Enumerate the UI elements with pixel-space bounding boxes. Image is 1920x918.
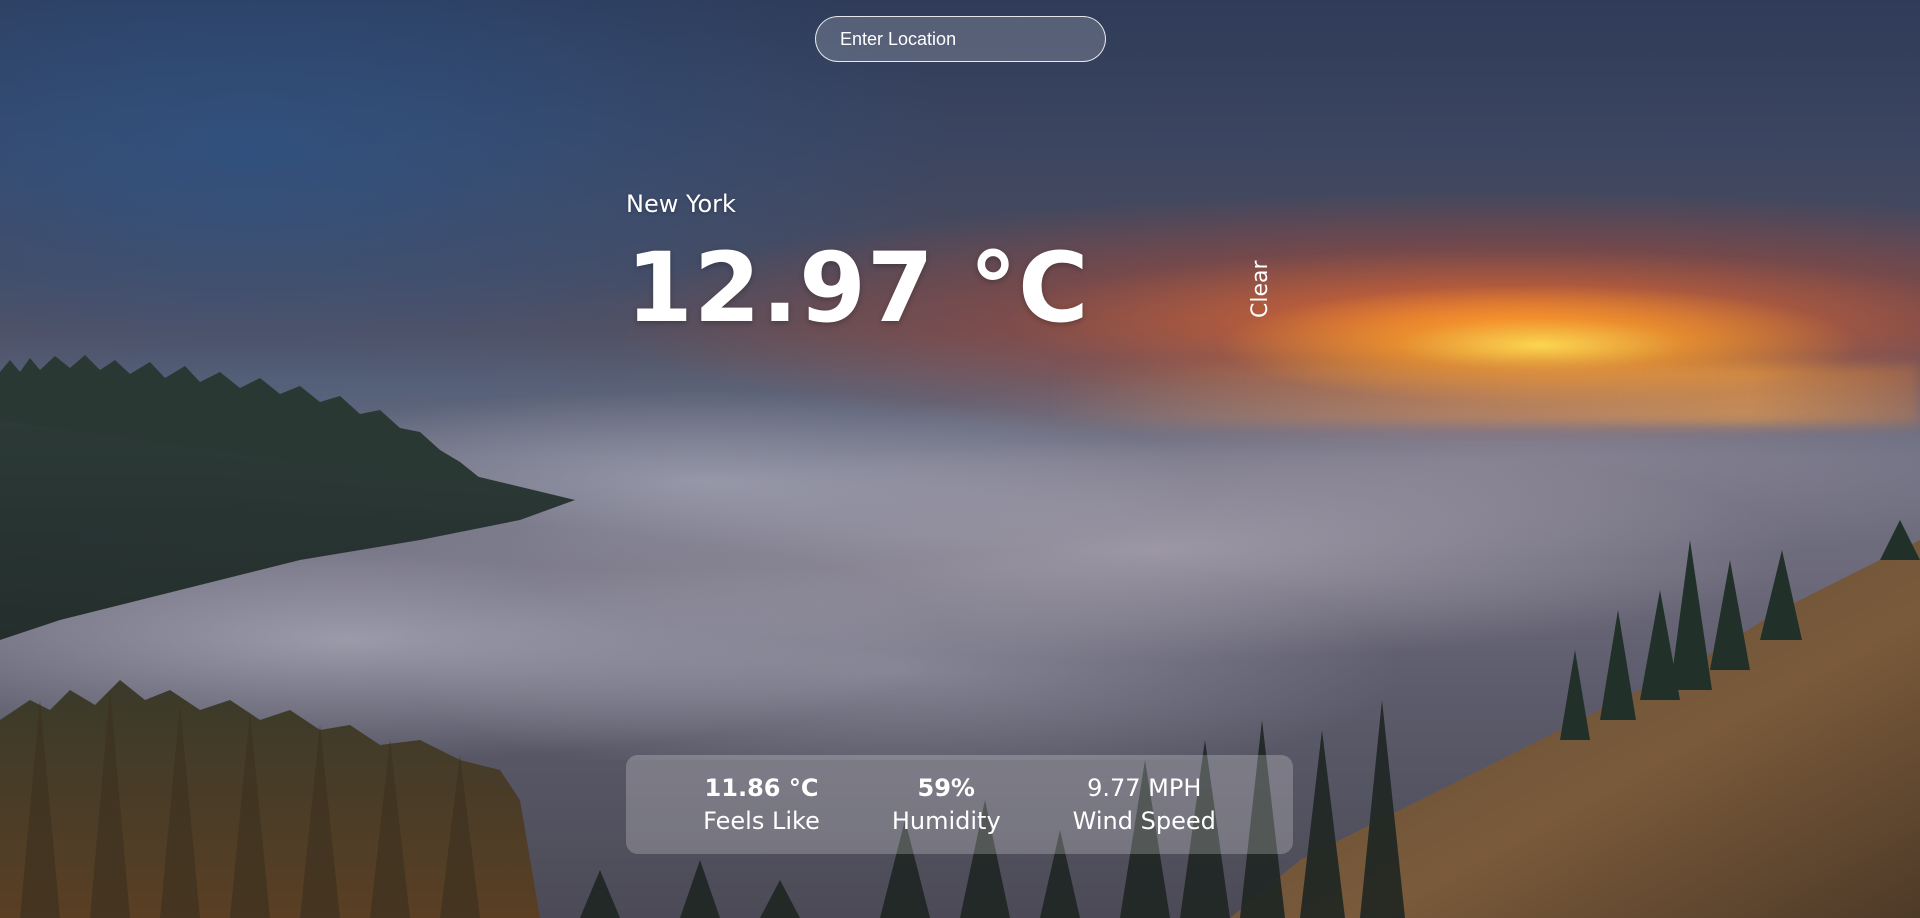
- wind-speed-stat: 9.77 MPH Wind Speed: [1037, 772, 1252, 838]
- humidity-value: 59%: [917, 773, 975, 802]
- location-search-input[interactable]: [815, 16, 1106, 62]
- feels-like-value: 11.86 °C: [704, 773, 819, 802]
- weather-condition: Clear: [1248, 260, 1273, 318]
- wind-speed-label: Wind Speed: [1072, 806, 1216, 835]
- feels-like-label: Feels Like: [703, 806, 820, 835]
- location-name: New York: [626, 190, 736, 218]
- current-temperature: 12.97 °C: [626, 232, 1090, 344]
- humidity-label: Humidity: [891, 806, 1001, 835]
- feels-like-stat: 11.86 °C Feels Like: [667, 772, 856, 838]
- wind-speed-value: 9.77 MPH: [1087, 773, 1202, 802]
- weather-details-panel: 11.86 °C Feels Like 59% Humidity 9.77 MP…: [626, 755, 1293, 854]
- humidity-stat: 59% Humidity: [856, 772, 1037, 838]
